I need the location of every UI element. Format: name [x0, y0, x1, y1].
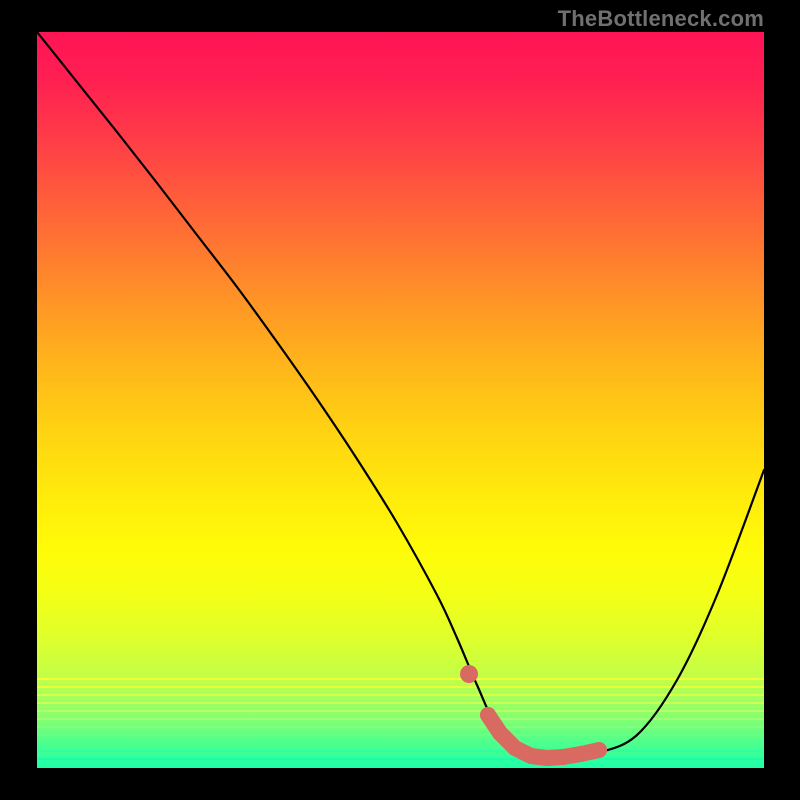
highlight-dot — [480, 707, 496, 723]
highlight-dot — [523, 748, 539, 764]
highlight-dot — [539, 750, 555, 766]
highlight-dot — [460, 665, 478, 683]
bottleneck-curve — [37, 32, 764, 758]
highlight-dot — [507, 740, 523, 756]
highlight-band — [460, 665, 607, 766]
highlight-dot — [591, 742, 607, 758]
chart-stage: TheBottleneck.com — [0, 0, 800, 800]
plot-area — [37, 32, 764, 768]
highlight-dot — [492, 725, 508, 741]
highlight-dot — [555, 749, 571, 765]
curve-layer — [37, 32, 764, 768]
watermark-text: TheBottleneck.com — [558, 6, 764, 32]
highlight-dot — [573, 746, 589, 762]
